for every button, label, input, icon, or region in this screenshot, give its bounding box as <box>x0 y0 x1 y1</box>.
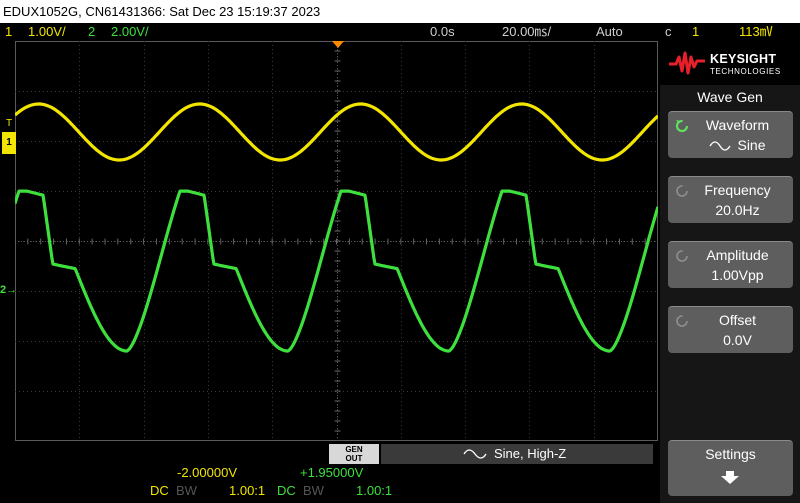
keysight-wave-icon <box>669 51 705 75</box>
time-offset[interactable]: 0.0s <box>430 23 455 41</box>
brand-name: KEYSIGHT <box>710 52 777 66</box>
ch2-marker-label: 2 <box>0 284 7 296</box>
amplitude-softkey[interactable]: Amplitude 1.00Vpp <box>668 241 793 288</box>
gen-out-line1: GEN <box>345 445 363 454</box>
ch1-offset[interactable]: -2.00000V <box>177 465 237 480</box>
settings-softkey[interactable]: Settings <box>668 440 793 496</box>
window-title: EDUX1052G, CN61431366: Sat Dec 23 15:19:… <box>0 0 800 23</box>
waveform-label: Waveform <box>705 117 770 133</box>
gen-out-line2: OUT <box>345 454 363 463</box>
trigger-level-marker[interactable]: T <box>6 118 12 129</box>
softkey-panel: KEYSIGHT TECHNOLOGIES Wave Gen Waveform … <box>660 41 800 503</box>
frequency-softkey[interactable]: Frequency 20.0Hz <box>668 176 793 223</box>
time-scale[interactable]: 20.00㎳/ <box>502 23 551 41</box>
ch2-ground-marker[interactable]: 2→ <box>0 284 17 296</box>
ch1-bw-limit: BW <box>176 483 197 498</box>
menu-title: Wave Gen <box>697 89 763 105</box>
ch1-ground-marker[interactable]: 1 <box>2 132 16 154</box>
bottom-info: GEN OUT Sine, High-Z -2.00000V +1.95000V… <box>0 441 660 503</box>
graticule <box>15 41 658 441</box>
ch1-probe: 1.00:1 <box>229 483 266 498</box>
offset-value: 0.0V <box>723 332 752 348</box>
ch2-bw-limit: BW <box>303 483 324 498</box>
offset-softkey[interactable]: Offset 0.0V <box>668 306 793 353</box>
arrow-down-icon <box>721 471 739 484</box>
wavegen-status-text: Sine, High-Z <box>494 446 567 461</box>
gen-out-indicator[interactable]: GEN OUT <box>329 444 379 464</box>
status-bar: 1 1.00V/ 2 2.00V/ 0.0s 20.00㎳/ Auto ϲ 1 … <box>0 23 800 41</box>
sine-wave-icon <box>463 449 487 459</box>
waveform-value-text: Sine <box>737 137 766 153</box>
settings-label: Settings <box>705 446 756 462</box>
waveform-value: Sine <box>668 137 793 153</box>
offset-label: Offset <box>718 312 757 328</box>
ch2-probe: 1.00:1 <box>356 483 393 498</box>
amplitude-label: Amplitude <box>706 247 769 263</box>
ch2-number[interactable]: 2 <box>88 23 95 41</box>
trigger-source[interactable]: 1 <box>692 23 699 41</box>
ch1-scale[interactable]: 1.00V/ <box>28 23 66 41</box>
amplitude-value: 1.00Vpp <box>711 267 764 283</box>
trigger-position-marker[interactable] <box>332 41 344 48</box>
ch2-coupling: DC <box>277 483 296 498</box>
frequency-value: 20.0Hz <box>715 202 760 218</box>
trigger-mode[interactable]: Auto <box>596 23 623 41</box>
ch1-coupling: DC <box>150 483 169 498</box>
wavegen-status-bar: Sine, High-Z <box>381 444 653 464</box>
waveform-display[interactable] <box>15 41 658 441</box>
keysight-logo: KEYSIGHT TECHNOLOGIES <box>660 41 800 85</box>
ch2-offset[interactable]: +1.95000V <box>300 465 363 480</box>
trigger-level[interactable]: 113㎷ <box>739 23 773 41</box>
ch1-number[interactable]: 1 <box>5 23 12 41</box>
brand-subtitle: TECHNOLOGIES <box>710 67 781 76</box>
trigger-edge-icon: ϲ <box>665 24 672 39</box>
sine-wave-icon <box>709 141 732 151</box>
waveform-softkey[interactable]: Waveform Sine <box>668 111 793 158</box>
ch1-trace <box>15 102 658 162</box>
frequency-label: Frequency <box>704 182 771 198</box>
ch2-scale[interactable]: 2.00V/ <box>111 23 149 41</box>
